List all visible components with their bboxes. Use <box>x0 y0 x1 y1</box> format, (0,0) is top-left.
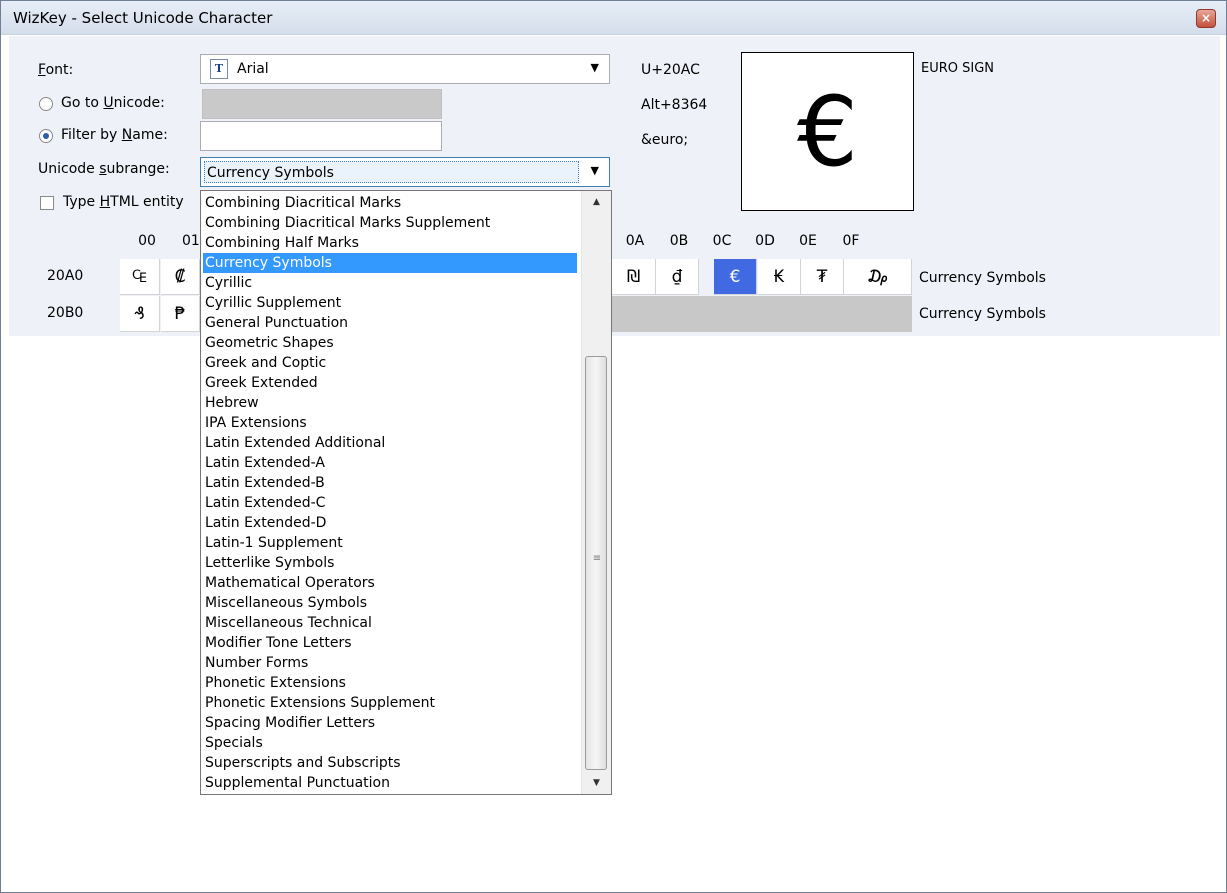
scroll-up-arrow-icon[interactable]: ▲ <box>582 191 611 213</box>
column-header: 0C <box>712 233 732 249</box>
subrange-combo-value: Currency Symbols <box>204 161 579 183</box>
filter-by-name-label: Filter by Name: <box>61 127 168 143</box>
column-header: 0A <box>625 233 645 249</box>
dropdown-item[interactable]: Combining Diacritical Marks <box>203 193 577 213</box>
character-name: EURO SIGN <box>921 61 995 76</box>
window-title: WizKey - Select Unicode Character <box>13 9 273 27</box>
dropdown-item[interactable]: Specials <box>203 733 577 753</box>
dropdown-item[interactable]: Hebrew <box>203 393 577 413</box>
chevron-down-icon: ▼ <box>590 61 599 74</box>
dropdown-item[interactable]: Combining Diacritical Marks Supplement <box>203 213 577 233</box>
dropdown-item[interactable]: Letterlike Symbols <box>203 553 577 573</box>
row-header: 20B0 <box>47 305 84 321</box>
scrollbar-thumb[interactable]: ≡ <box>585 356 607 770</box>
subrange-dropdown-list[interactable]: Combining Diacritical Marks Combining Di… <box>200 190 612 795</box>
column-header: 01 <box>182 233 199 249</box>
dropdown-item[interactable]: Cyrillic <box>203 273 577 293</box>
subrange-combo[interactable]: Currency Symbols ▼ <box>200 157 610 187</box>
codepoint-text: U+20AC <box>641 62 700 78</box>
dropdown-item[interactable]: IPA Extensions <box>203 413 577 433</box>
filter-by-name-radio[interactable] <box>39 129 53 143</box>
wizkey-window: WizKey - Select Unicode Character × Font… <box>0 0 1227 893</box>
html-entity-text: &euro; <box>641 132 689 148</box>
char-cell[interactable]: ₭ <box>758 259 801 295</box>
scroll-down-arrow-icon[interactable]: ▼ <box>582 772 611 794</box>
empty-cells <box>612 296 912 332</box>
char-cell[interactable]: ₱ <box>161 296 200 332</box>
alt-code-text: Alt+8364 <box>641 97 708 113</box>
font-combo-value: Arial <box>237 61 269 77</box>
dropdown-item[interactable]: General Punctuation <box>203 313 577 333</box>
filter-by-name-input[interactable] <box>200 121 442 151</box>
char-cell[interactable]: ₮ <box>801 259 844 295</box>
char-cell[interactable]: ₯ <box>844 259 912 295</box>
char-cell-selected[interactable]: € <box>714 259 757 295</box>
dropdown-item[interactable]: Geometric Shapes <box>203 333 577 353</box>
row-subrange-name: Currency Symbols <box>919 306 1046 322</box>
dropdown-item[interactable]: Greek and Coptic <box>203 353 577 373</box>
dropdown-item[interactable]: Latin Extended-A <box>203 453 577 473</box>
dropdown-item[interactable]: Latin Extended-D <box>203 513 577 533</box>
dropdown-item[interactable]: Latin-1 Supplement <box>203 533 577 553</box>
column-header: 0F <box>842 233 860 249</box>
char-cell[interactable]: ₰ <box>120 296 160 332</box>
dropdown-item[interactable]: Superscripts and Subscripts <box>203 753 577 773</box>
dropdown-item[interactable]: Latin Extended Additional <box>203 433 577 453</box>
grip-icon: ≡ <box>592 553 602 564</box>
dropdown-item[interactable]: Latin Extended-C <box>203 493 577 513</box>
font-combo[interactable]: T Arial ▼ <box>200 54 610 84</box>
row-header: 20A0 <box>47 268 84 284</box>
dropdown-item[interactable]: Combining Half Marks <box>203 233 577 253</box>
dropdown-item[interactable]: Supplemental Punctuation <box>203 773 577 793</box>
goto-unicode-radio[interactable] <box>39 97 53 111</box>
dropdown-item[interactable]: Greek Extended <box>203 373 577 393</box>
char-cell[interactable]: ₪ <box>612 259 656 295</box>
dropdown-item[interactable]: Number Forms <box>203 653 577 673</box>
dropdown-item[interactable]: Modifier Tone Letters <box>203 633 577 653</box>
dropdown-item-selected[interactable]: Currency Symbols <box>203 253 577 273</box>
row-subrange-name: Currency Symbols <box>919 270 1046 286</box>
dropdown-item[interactable]: Phonetic Extensions <box>203 673 577 693</box>
character-preview: € <box>741 52 914 211</box>
truetype-font-icon: T <box>210 59 228 79</box>
char-cell[interactable]: ₫ <box>656 259 699 295</box>
column-header: 0B <box>669 233 689 249</box>
dropdown-item[interactable]: Phonetic Extensions Supplement <box>203 693 577 713</box>
column-header: 0D <box>755 233 775 249</box>
dropdown-item[interactable]: Latin Extended-B <box>203 473 577 493</box>
goto-unicode-label: Go to Unicode: <box>61 95 165 111</box>
font-label: Font: <box>38 62 74 78</box>
column-header: 0E <box>799 233 817 249</box>
dropdown-item[interactable]: Mathematical Operators <box>203 573 577 593</box>
char-cell[interactable]: ₡ <box>161 259 200 295</box>
type-html-entity-checkbox[interactable] <box>40 196 54 210</box>
dropdown-item[interactable]: Spacing Modifier Letters <box>203 713 577 733</box>
chevron-down-icon: ▼ <box>590 164 599 177</box>
dropdown-scrollbar[interactable]: ▲ ≡ ▼ <box>581 191 611 794</box>
column-header: 00 <box>138 233 156 249</box>
goto-unicode-input[interactable] <box>202 89 442 119</box>
title-bar: WizKey - Select Unicode Character × <box>1 1 1226 35</box>
type-html-entity-label: Type HTML entity <box>63 194 184 210</box>
dropdown-item[interactable]: Cyrillic Supplement <box>203 293 577 313</box>
dropdown-item[interactable]: Miscellaneous Technical <box>203 613 577 633</box>
dropdown-item[interactable]: Miscellaneous Symbols <box>203 593 577 613</box>
close-button[interactable]: × <box>1196 9 1216 28</box>
subrange-label: Unicode subrange: <box>38 161 170 177</box>
char-cell[interactable]: ₠ <box>120 259 160 295</box>
